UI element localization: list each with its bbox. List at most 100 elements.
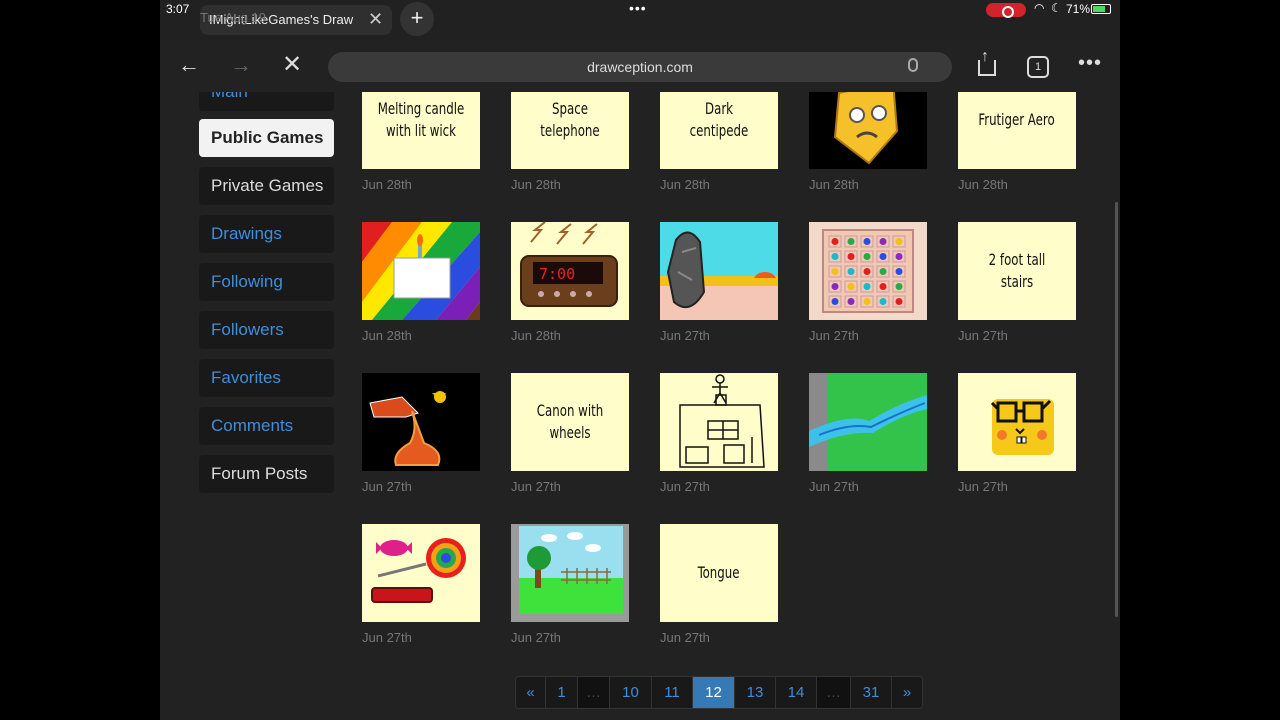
game-thumbnail[interactable]: [660, 373, 778, 471]
game-date: Jun 27th: [362, 630, 412, 645]
game-card[interactable]: Jun 28th: [809, 92, 927, 192]
game-date: Jun 27th: [511, 479, 561, 494]
wifi-icon: ◠: [1034, 1, 1045, 15]
game-card[interactable]: Jun 27th: [958, 373, 1076, 494]
game-date: Jun 27th: [958, 479, 1008, 494]
game-card[interactable]: Frutiger Aero Jun 28th: [958, 92, 1076, 192]
game-thumbnail[interactable]: Frutiger Aero: [958, 92, 1076, 169]
page-ellipsis: …: [817, 677, 851, 708]
game-card[interactable]: Jun 27th: [362, 373, 480, 494]
page-button-1[interactable]: 1: [546, 677, 578, 708]
battery-icon: [1091, 4, 1111, 14]
sidebar-item-main[interactable]: Main: [199, 92, 334, 111]
page-ellipsis: …: [578, 677, 610, 708]
sidebar-item-forum-posts[interactable]: Forum Posts: [199, 455, 334, 493]
game-card[interactable]: 2 foot tall stairs Jun 27th: [958, 222, 1076, 343]
game-date: Jun 28th: [511, 328, 561, 343]
game-date: Jun 27th: [660, 630, 710, 645]
game-thumbnail[interactable]: Melting candle with lit wick: [362, 92, 480, 169]
game-card[interactable]: Jun 27th: [511, 524, 629, 645]
game-thumbnail[interactable]: [958, 373, 1076, 471]
game-thumbnail[interactable]: Space telephone: [511, 92, 629, 169]
sidebar-item-drawings[interactable]: Drawings: [199, 215, 334, 253]
status-time: 3:07: [166, 2, 190, 16]
game-caption: Melting candle with lit wick: [377, 99, 465, 140]
game-card[interactable]: Jun 27th: [809, 222, 927, 343]
rainbow-cake-drawing: [362, 222, 480, 320]
game-thumbnail[interactable]: [362, 222, 480, 320]
pagination: « 1 … 10 11 12 13 14 … 31 »: [515, 676, 923, 709]
game-date: Jun 27th: [809, 328, 859, 343]
game-card[interactable]: Tongue Jun 27th: [660, 524, 778, 645]
page-button-14[interactable]: 14: [776, 677, 817, 708]
focus-moon-icon: ☾: [1051, 1, 1062, 15]
game-caption: Frutiger Aero: [978, 110, 1056, 129]
share-icon[interactable]: ↑: [976, 48, 996, 76]
sidebar-item-following[interactable]: Following: [199, 263, 334, 301]
page-button-10[interactable]: 10: [610, 677, 652, 708]
page-button-11[interactable]: 11: [652, 677, 693, 708]
more-menu-icon[interactable]: •••: [1078, 52, 1102, 75]
url-text: drawception.com: [587, 59, 693, 75]
candy-lollipop-drawing: [371, 538, 466, 603]
game-thumbnail[interactable]: [362, 373, 480, 471]
sidebar-item-public-games[interactable]: Public Games: [199, 119, 334, 157]
game-thumbnail[interactable]: Dark centipede: [660, 92, 778, 169]
page-button-13[interactable]: 13: [735, 677, 776, 708]
browser-toolbar: ← → ✕ drawception.com ↑ 1 •••: [160, 40, 1120, 92]
game-date: Jun 28th: [809, 177, 859, 192]
game-thumbnail[interactable]: Tongue: [660, 524, 778, 622]
game-thumbnail[interactable]: [809, 222, 927, 320]
tab-switcher-button[interactable]: 1: [1027, 56, 1049, 78]
game-thumbnail[interactable]: [809, 92, 927, 169]
game-thumbnail[interactable]: 7:00: [511, 222, 629, 320]
game-thumbnail[interactable]: [362, 524, 480, 622]
status-bar: 3:07 Tue Aug 19 ••• ◠ ☾ 71%: [0, 0, 1280, 25]
page-prev-button[interactable]: «: [516, 677, 546, 708]
river-grass-drawing: [809, 373, 927, 471]
game-card[interactable]: Jun 27th: [660, 373, 778, 494]
game-card[interactable]: 7:00 Jun 28th: [511, 222, 629, 343]
game-card[interactable]: Jun 27th: [362, 524, 480, 645]
game-card[interactable]: Jun 27th: [660, 222, 778, 343]
game-caption: Tongue: [698, 563, 740, 582]
sidebar-item-private-games[interactable]: Private Games: [199, 167, 334, 205]
game-thumbnail[interactable]: [660, 222, 778, 320]
game-caption: Canon with wheels: [536, 401, 604, 442]
game-card[interactable]: Melting candle with lit wick Jun 28th: [362, 92, 480, 192]
game-card[interactable]: Jun 27th: [809, 373, 927, 494]
sidebar-item-favorites[interactable]: Favorites: [199, 359, 334, 397]
screen-recording-icon: [986, 3, 1026, 18]
address-bar[interactable]: drawception.com: [328, 52, 952, 82]
game-date: Jun 27th: [660, 328, 710, 343]
sidebar-item-followers[interactable]: Followers: [199, 311, 334, 349]
game-card[interactable]: Canon with wheels Jun 27th: [511, 373, 629, 494]
page-next-button[interactable]: »: [892, 677, 922, 708]
game-date: Jun 27th: [958, 328, 1008, 343]
stop-loading-icon[interactable]: ✕: [282, 50, 302, 79]
game-card[interactable]: Jun 28th: [362, 222, 480, 343]
microphone-icon[interactable]: [908, 58, 918, 72]
game-thumbnail[interactable]: [809, 373, 927, 471]
game-card[interactable]: Space telephone Jun 28th: [511, 92, 629, 192]
glasses-sponge-drawing: [990, 399, 1054, 455]
game-date: Jun 27th: [362, 479, 412, 494]
page-button-12-current[interactable]: 12: [693, 677, 735, 708]
game-thumbnail[interactable]: [511, 524, 629, 622]
svg-text:7:00: 7:00: [539, 265, 575, 283]
forward-arrow-icon[interactable]: →: [230, 52, 252, 78]
status-date: Tue Aug 19: [200, 10, 267, 25]
back-arrow-icon[interactable]: ←: [178, 52, 200, 78]
bead-board-drawing: [822, 229, 914, 313]
multitask-dots-icon[interactable]: •••: [629, 0, 647, 16]
game-date: Jun 28th: [958, 177, 1008, 192]
game-thumbnail[interactable]: Canon with wheels: [511, 373, 629, 471]
game-card[interactable]: Dark centipede Jun 28th: [660, 92, 778, 192]
page-button-31[interactable]: 31: [851, 677, 892, 708]
game-thumbnail[interactable]: 2 foot tall stairs: [958, 222, 1076, 320]
pouring-bottle-drawing: [369, 391, 446, 466]
game-date: Jun 28th: [660, 177, 710, 192]
page-scrollbar[interactable]: [1115, 202, 1118, 617]
game-date: Jun 28th: [362, 328, 412, 343]
sidebar-item-comments[interactable]: Comments: [199, 407, 334, 445]
